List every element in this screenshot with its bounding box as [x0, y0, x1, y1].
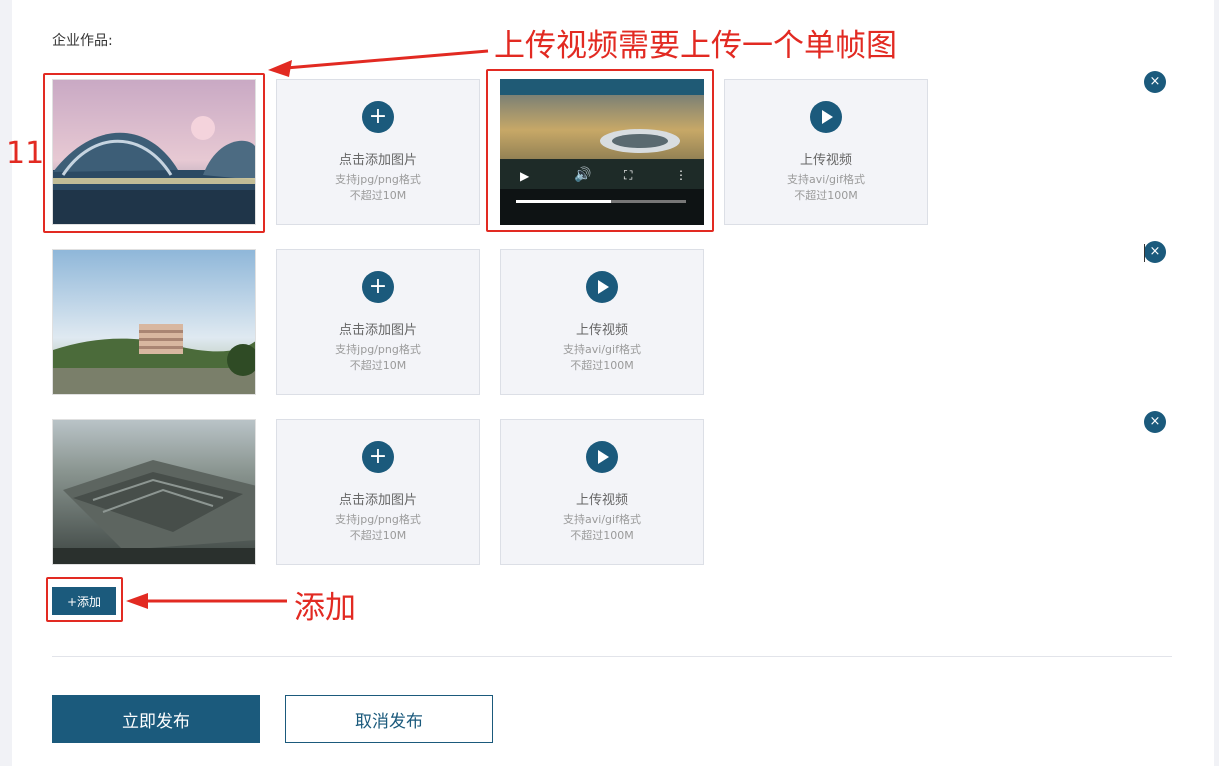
image-upload-tile-1[interactable]: + 点击添加图片 支持jpg/png格式 不超过10M — [276, 79, 480, 225]
upload-video-title: 上传视频 — [575, 493, 628, 508]
upload-image-formats: 支持jpg/png格式 — [335, 513, 421, 526]
upload-video-limit: 不超过100M — [794, 189, 858, 202]
section-label: 企业作品: — [52, 33, 113, 49]
campus-building-rendering — [53, 250, 255, 394]
play-icon — [586, 271, 618, 303]
remove-row-2-button[interactable]: × — [1144, 241, 1166, 263]
upload-image-limit: 不超过10M — [349, 359, 407, 372]
annotation-top-note: 上传视频需要上传一个单帧图 — [494, 28, 897, 64]
play-icon — [586, 441, 618, 473]
plus-icon: + — [362, 101, 394, 133]
annotation-highlight-add — [46, 577, 123, 622]
cancel-button[interactable]: 取消发布 — [285, 695, 493, 743]
upload-image-limit: 不超过10M — [349, 529, 407, 542]
plus-icon: + — [362, 271, 394, 303]
upload-video-formats: 支持avi/gif格式 — [563, 343, 641, 356]
upload-image-title: 点击添加图片 — [338, 323, 417, 338]
plus-icon: + — [362, 441, 394, 473]
video-upload-tile-2[interactable]: 上传视频 支持avi/gif格式 不超过100M — [500, 249, 704, 395]
annotation-highlight-image — [43, 73, 265, 233]
upload-image-limit: 不超过10M — [349, 189, 407, 202]
play-icon — [810, 101, 842, 133]
publish-button[interactable]: 立即发布 — [52, 695, 260, 743]
remove-row-1-button[interactable]: × — [1144, 71, 1166, 93]
video-upload-tile-1[interactable]: 上传视频 支持avi/gif格式 不超过100M — [724, 79, 928, 225]
upload-video-title: 上传视频 — [575, 323, 628, 338]
upload-image-title: 点击添加图片 — [338, 153, 417, 168]
upload-video-title: 上传视频 — [799, 153, 852, 168]
work-image-3[interactable] — [52, 419, 256, 565]
video-upload-tile-3[interactable]: 上传视频 支持avi/gif格式 不超过100M — [500, 419, 704, 565]
text-cursor — [1144, 244, 1145, 262]
annotation-side-number: 11 — [6, 136, 45, 171]
upload-image-formats: 支持jpg/png格式 — [335, 343, 421, 356]
divider — [52, 656, 1172, 657]
annotation-add-note: 添加 — [294, 590, 356, 626]
image-upload-tile-2[interactable]: + 点击添加图片 支持jpg/png格式 不超过10M — [276, 249, 480, 395]
aerial-complex-rendering — [53, 420, 255, 564]
upload-video-limit: 不超过100M — [570, 359, 634, 372]
image-upload-tile-3[interactable]: + 点击添加图片 支持jpg/png格式 不超过10M — [276, 419, 480, 565]
upload-video-limit: 不超过100M — [570, 529, 634, 542]
annotation-highlight-video — [486, 69, 714, 232]
upload-video-formats: 支持avi/gif格式 — [563, 513, 641, 526]
upload-image-title: 点击添加图片 — [338, 493, 417, 508]
remove-row-3-button[interactable]: × — [1144, 411, 1166, 433]
upload-video-formats: 支持avi/gif格式 — [787, 173, 865, 186]
upload-image-formats: 支持jpg/png格式 — [335, 173, 421, 186]
work-image-2[interactable] — [52, 249, 256, 395]
